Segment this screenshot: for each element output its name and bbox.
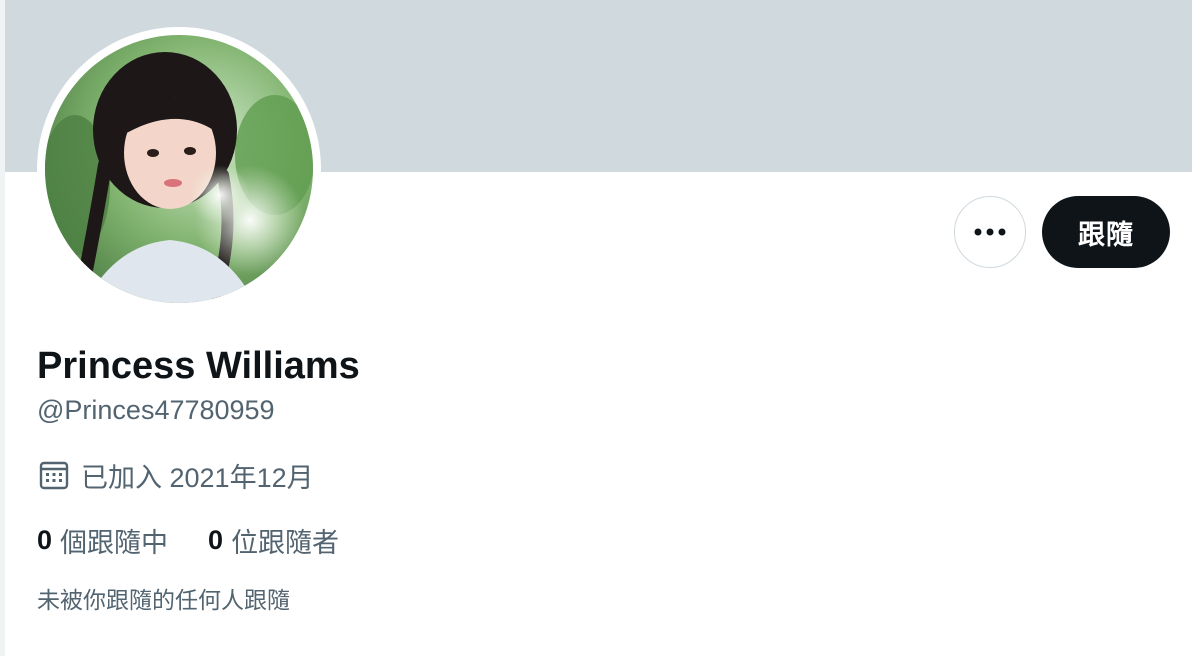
- followers-link[interactable]: 0 位跟隨者: [208, 521, 339, 560]
- profile-handle: @Princes47780959: [37, 395, 275, 425]
- following-count: 0: [37, 524, 53, 555]
- follow-button-label: 跟隨: [1078, 219, 1134, 250]
- joined-date-text: 已加入 2021年12月: [81, 462, 314, 493]
- more-dots-icon: [974, 228, 1006, 236]
- avatar[interactable]: [37, 27, 321, 311]
- profile-display-name: Princess Williams: [37, 345, 360, 387]
- more-options-button[interactable]: [954, 196, 1026, 268]
- followed-by-note: 未被你跟隨的任何人跟隨: [37, 587, 290, 613]
- calendar-icon: [37, 458, 71, 492]
- following-label: 個跟隨中: [60, 527, 169, 558]
- avatar-photo: [45, 35, 313, 303]
- follow-button[interactable]: 跟隨: [1042, 196, 1170, 268]
- follow-stats: 0 個跟隨中 0 位跟隨者: [37, 522, 339, 558]
- followers-label: 位跟隨者: [231, 527, 340, 558]
- followers-count: 0: [208, 524, 224, 555]
- following-link[interactable]: 0 個跟隨中: [37, 521, 168, 560]
- joined-date: 已加入 2021年12月: [37, 456, 314, 494]
